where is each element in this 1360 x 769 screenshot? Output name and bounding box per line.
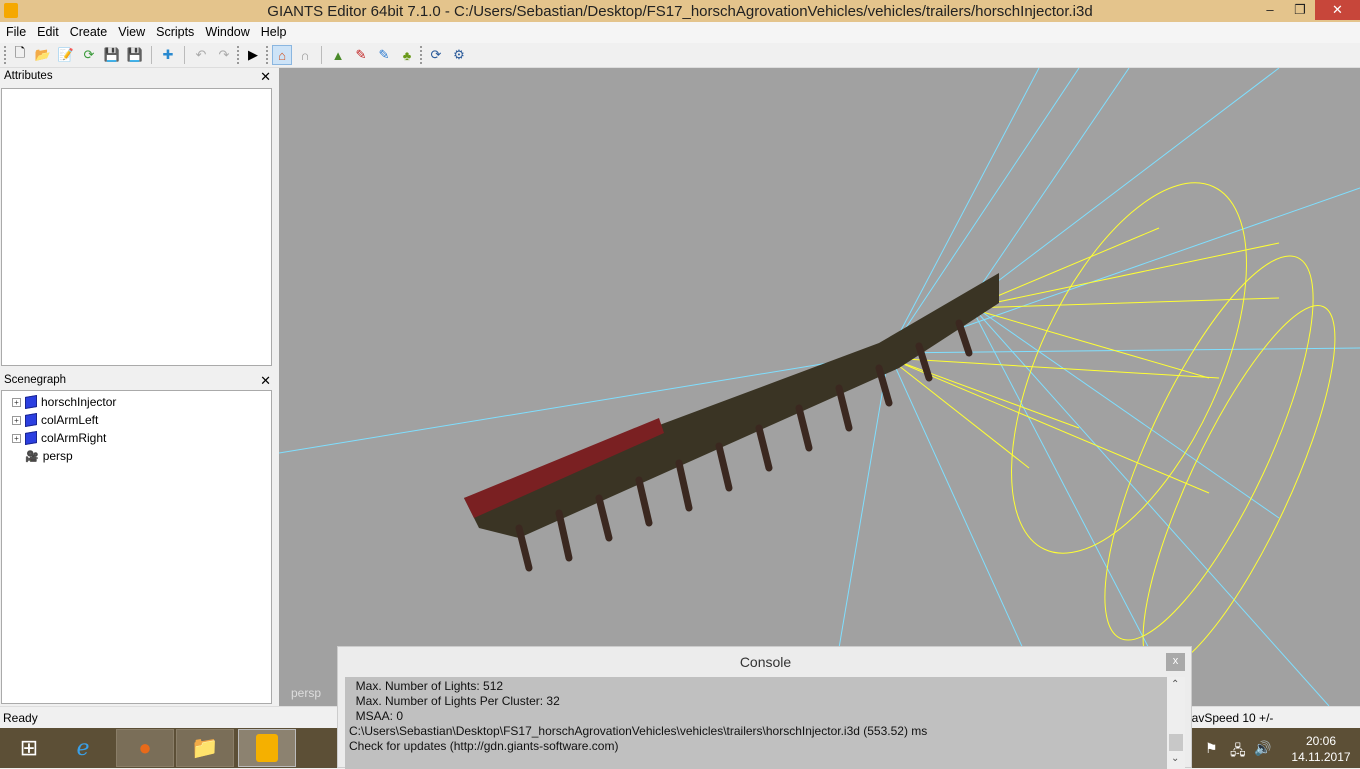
transform-group-icon bbox=[25, 412, 37, 428]
scroll-up-icon[interactable]: ⌃ bbox=[1171, 679, 1179, 690]
camera-icon: 🎥 bbox=[25, 450, 39, 463]
status-text: Ready bbox=[3, 711, 38, 725]
scenegraph-close-icon[interactable]: ✕ bbox=[260, 372, 271, 389]
clock-time[interactable]: 20:06 bbox=[1288, 734, 1354, 748]
windows-start-icon[interactable]: ⊞ bbox=[0, 729, 58, 767]
internet-explorer-icon[interactable]: e bbox=[54, 729, 112, 767]
scenegraph-title: Scenegraph bbox=[4, 374, 67, 386]
magnet-icon[interactable]: ∩ bbox=[295, 45, 315, 65]
console-close-button[interactable]: x bbox=[1166, 653, 1185, 671]
menu-file[interactable]: File bbox=[0, 22, 31, 39]
tree-item-label: colArmRight bbox=[41, 431, 107, 445]
tree-icon[interactable]: ♣ bbox=[397, 45, 417, 65]
close-button[interactable]: ✕ bbox=[1315, 0, 1360, 20]
network-icon[interactable]: 🖧 bbox=[1230, 740, 1246, 764]
play-icon[interactable]: ▶ bbox=[243, 45, 263, 65]
toolbar-grip[interactable] bbox=[237, 46, 240, 64]
separator bbox=[151, 46, 152, 64]
attributes-close-icon[interactable]: ✕ bbox=[260, 68, 271, 85]
new-icon[interactable]: 🗋 bbox=[10, 45, 30, 65]
redo-icon[interactable]: ↷ bbox=[214, 45, 234, 65]
import-icon[interactable]: ✚ bbox=[158, 45, 178, 65]
tree-item-label: colArmLeft bbox=[41, 413, 99, 427]
attributes-title: Attributes bbox=[4, 70, 53, 82]
volume-icon[interactable]: 🔊 bbox=[1254, 740, 1271, 757]
separator bbox=[184, 46, 185, 64]
title-bar: GIANTS Editor 64bit 7.1.0 - C:/Users/Seb… bbox=[0, 0, 1360, 22]
save-icon[interactable]: 💾 bbox=[102, 45, 122, 65]
sync-icon[interactable]: ⟳ bbox=[426, 45, 446, 65]
tree-item-label: persp bbox=[42, 449, 73, 463]
attributes-panel-header: Attributes ✕ bbox=[0, 68, 277, 85]
scrollbar-thumb[interactable] bbox=[1169, 734, 1183, 751]
menu-window[interactable]: Window bbox=[199, 22, 254, 39]
window-title: GIANTS Editor 64bit 7.1.0 - C:/Users/Seb… bbox=[267, 3, 1093, 20]
scenegraph-tree: + horschInjector + colArmLeft + colArmRight… bbox=[1, 390, 272, 704]
console-line: Check for updates (http://gdn.giants-sof… bbox=[349, 739, 619, 753]
edit-icon[interactable]: 📝 bbox=[56, 45, 76, 65]
light-cone-lines bbox=[888, 182, 1336, 671]
console-line: C:\Users\Sebastian\Desktop\FS17_horschAg… bbox=[349, 724, 928, 738]
menu-create[interactable]: Create bbox=[64, 22, 113, 39]
tree-item-colarmleft[interactable]: + colArmLeft bbox=[2, 411, 271, 429]
settings-icon[interactable]: ⚙ bbox=[449, 45, 469, 65]
menu-scripts[interactable]: Scripts bbox=[150, 22, 199, 39]
3d-viewport[interactable]: persp bbox=[279, 68, 1360, 706]
firefox-icon[interactable]: ● bbox=[116, 729, 174, 767]
separator bbox=[321, 46, 322, 64]
menu-edit[interactable]: Edit bbox=[31, 22, 64, 39]
terrain-icon[interactable]: ▲ bbox=[328, 45, 348, 65]
giants-editor-taskbar-icon[interactable] bbox=[238, 729, 296, 767]
toolbar-grip[interactable] bbox=[266, 46, 269, 64]
save-as-icon[interactable]: 💾 bbox=[125, 45, 145, 65]
foliage-icon[interactable]: ✎ bbox=[374, 45, 394, 65]
toolbar: 🗋 📂 📝 ⟳ 💾 💾 ✚ ↶ ↷ ▶ ⌂ ∩ ▲ ✎ ✎ ♣ ⟳ ⚙ bbox=[0, 43, 1360, 68]
undo-icon[interactable]: ↶ bbox=[191, 45, 211, 65]
console-scrollbar[interactable]: ⌃ ⌄ bbox=[1167, 677, 1185, 769]
maximize-button[interactable]: ❐ bbox=[1285, 0, 1315, 20]
scenegraph-panel-header: Scenegraph ✕ bbox=[0, 372, 277, 389]
refresh-icon[interactable]: ⟳ bbox=[79, 45, 99, 65]
console-title: Console bbox=[739, 654, 792, 670]
home-icon[interactable]: ⌂ bbox=[272, 45, 292, 65]
console-line: MSAA: 0 bbox=[349, 709, 404, 723]
paint-icon[interactable]: ✎ bbox=[351, 45, 371, 65]
expand-icon[interactable]: + bbox=[12, 433, 21, 443]
open-icon[interactable]: 📂 bbox=[33, 45, 53, 65]
menu-bar: File Edit Create View Scripts Window Help bbox=[0, 22, 1360, 43]
action-center-flag-icon[interactable]: ⚑ bbox=[1205, 740, 1218, 757]
tree-item-horschinjector[interactable]: + horschInjector bbox=[2, 393, 271, 411]
scroll-down-icon[interactable]: ⌄ bbox=[1171, 753, 1179, 764]
horsch-injector-model bbox=[464, 273, 999, 572]
console-line: Max. Number of Lights Per Cluster: 32 bbox=[349, 694, 560, 708]
tree-item-colarmright[interactable]: + colArmRight bbox=[2, 429, 271, 447]
camera-label: persp bbox=[291, 686, 322, 700]
menu-help[interactable]: Help bbox=[255, 22, 292, 39]
attributes-panel bbox=[1, 88, 272, 366]
console-window: Console x Max. Number of Lights: 512 Max… bbox=[337, 646, 1192, 769]
file-explorer-icon[interactable]: 📁 bbox=[176, 729, 234, 767]
tree-item-persp[interactable]: 🎥 persp bbox=[2, 447, 271, 465]
navspeed-text: NavSpeed 10 +/- bbox=[1183, 711, 1274, 725]
console-line: Max. Number of Lights: 512 bbox=[349, 679, 504, 693]
minimize-button[interactable]: – bbox=[1255, 0, 1285, 20]
transform-group-icon bbox=[25, 430, 37, 446]
tree-item-label: horschInjector bbox=[41, 395, 117, 409]
menu-view[interactable]: View bbox=[112, 22, 150, 39]
expand-icon[interactable]: + bbox=[12, 397, 21, 407]
toolbar-grip[interactable] bbox=[420, 46, 423, 64]
expand-icon[interactable]: + bbox=[12, 415, 21, 425]
clock-date[interactable]: 14.11.2017 bbox=[1283, 750, 1359, 764]
console-output: Max. Number of Lights: 512 Max. Number o… bbox=[345, 677, 1167, 769]
transform-group-icon bbox=[25, 394, 37, 410]
scene-render bbox=[279, 68, 1360, 706]
toolbar-grip[interactable] bbox=[4, 46, 7, 64]
